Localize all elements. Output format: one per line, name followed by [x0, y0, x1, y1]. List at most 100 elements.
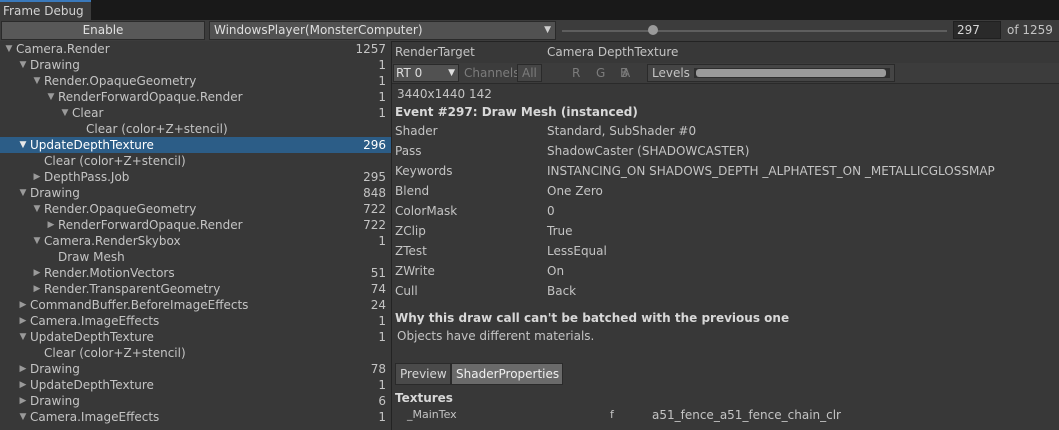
property-value: One Zero [547, 184, 603, 198]
tree-row-count: 1 [378, 314, 386, 328]
collapsed-arrow-icon[interactable]: ▶ [18, 377, 28, 393]
collapsed-arrow-icon[interactable]: ▶ [18, 297, 28, 313]
tree-row[interactable]: ▶ Camera.ImageEffects 1 [0, 313, 391, 329]
batch-reason: Objects have different materials. [397, 329, 595, 343]
event-index-input[interactable]: 297 [953, 21, 1001, 39]
tree-row-label: Render.MotionVectors [44, 266, 175, 280]
texture-name: _MainTex [407, 408, 457, 421]
expanded-arrow-icon[interactable]: ▼ [18, 329, 28, 345]
levels-range-fill[interactable] [696, 69, 886, 77]
tree-row[interactable]: ▼ UpdateDepthTexture 1 [0, 329, 391, 345]
property-value: Back [547, 284, 577, 298]
property-row: Cull Back [392, 282, 1059, 300]
tree-row[interactable]: ▼ Camera.RenderSkybox 1 [0, 233, 391, 249]
collapsed-arrow-icon[interactable]: ▶ [32, 281, 42, 297]
tree-row[interactable]: ▼ Camera.ImageEffects 1 [0, 409, 391, 425]
channel-all-button[interactable]: All [517, 64, 542, 82]
tree-row[interactable]: Clear (color+Z+stencil) [0, 121, 391, 137]
tree-row[interactable]: ▼ Render.OpaqueGeometry 1 [0, 73, 391, 89]
tree-row-count: 6 [378, 394, 386, 408]
property-value: Standard, SubShader #0 [547, 124, 697, 138]
event-slider-thumb[interactable] [647, 25, 658, 35]
render-target-row: RenderTarget Camera DepthTexture [392, 43, 1059, 61]
batch-title: Why this draw call can't be batched with… [395, 311, 790, 325]
tree-row-count: 1 [378, 90, 386, 104]
property-value: ShadowCaster (SHADOWCASTER) [547, 144, 750, 158]
property-row: ZWrite On [392, 262, 1059, 280]
channel-g-button[interactable]: G [592, 64, 609, 82]
tree-row-label: UpdateDepthTexture [30, 330, 154, 344]
collapsed-arrow-icon[interactable]: ▶ [18, 393, 28, 409]
tree-row[interactable]: ▶ Drawing 78 [0, 361, 391, 377]
expanded-arrow-icon[interactable]: ▼ [32, 73, 42, 89]
property-key: ZClip [395, 224, 426, 238]
property-row: ColorMask 0 [392, 202, 1059, 220]
tree-row[interactable]: ▶ CommandBuffer.BeforeImageEffects 24 [0, 297, 391, 313]
event-slider-track[interactable] [562, 30, 947, 32]
tree-row-count: 1 [378, 74, 386, 88]
tree-row[interactable]: ▶ Render.TransparentGeometry 74 [0, 281, 391, 297]
collapsed-arrow-icon[interactable]: ▶ [18, 361, 28, 377]
tree-row[interactable]: ▼ Drawing 1 [0, 57, 391, 73]
tab-bar: Frame Debug [0, 0, 1059, 20]
property-key: Shader [395, 124, 438, 138]
property-key: ZTest [395, 244, 427, 258]
chevron-down-icon: ▼ [544, 25, 551, 35]
tree-row[interactable]: ▼ Camera.Render 1257 [0, 41, 391, 57]
levels-track[interactable] [694, 68, 890, 78]
tree-row[interactable]: ▶ DepthPass.Job 295 [0, 169, 391, 185]
tree-row[interactable]: ▼ Render.OpaqueGeometry 722 [0, 201, 391, 217]
expanded-arrow-icon[interactable]: ▼ [4, 41, 14, 57]
expanded-arrow-icon[interactable]: ▼ [18, 137, 28, 153]
tree-row-label: Draw Mesh [58, 250, 125, 264]
property-key: Blend [395, 184, 430, 198]
tab-preview[interactable]: Preview [395, 363, 451, 385]
tree-row[interactable]: ▼ UpdateDepthTexture 296 [0, 137, 391, 153]
expanded-arrow-icon[interactable]: ▼ [46, 89, 56, 105]
expanded-arrow-icon[interactable]: ▼ [32, 233, 42, 249]
render-target-value: Camera DepthTexture [547, 45, 679, 59]
tree-row[interactable]: ▼ Clear 1 [0, 105, 391, 121]
expanded-arrow-icon[interactable]: ▼ [60, 105, 70, 121]
levels-control[interactable]: Levels [647, 64, 895, 82]
rt-select[interactable]: RT 0 ▼ [393, 64, 459, 82]
channel-a-button[interactable]: A [618, 64, 634, 82]
tree-row-label: Camera.ImageEffects [30, 314, 160, 328]
tree-row-label: UpdateDepthTexture [30, 138, 154, 152]
tree-row-label: Camera.ImageEffects [30, 410, 160, 424]
tree-row[interactable]: ▶ UpdateDepthTexture 1 [0, 377, 391, 393]
textures-heading: Textures [395, 391, 453, 405]
tree-row-label: RenderForwardOpaque.Render [58, 218, 243, 232]
player-dropdown[interactable]: WindowsPlayer(MonsterComputer) ▼ [209, 21, 556, 40]
tree-row[interactable]: ▶ Render.MotionVectors 51 [0, 265, 391, 281]
tree-row-count: 1 [378, 58, 386, 72]
tree-row[interactable]: ▼ Drawing 848 [0, 185, 391, 201]
expanded-arrow-icon[interactable]: ▼ [32, 201, 42, 217]
expanded-arrow-icon[interactable]: ▼ [18, 409, 28, 425]
tree-row[interactable]: Clear (color+Z+stencil) [0, 345, 391, 361]
expanded-arrow-icon[interactable]: ▼ [18, 57, 28, 73]
tree-row[interactable]: ▶ Drawing 6 [0, 393, 391, 409]
chevron-down-icon: ▼ [448, 68, 455, 78]
property-key: Pass [395, 144, 422, 158]
tree-row[interactable]: ▶ RenderForwardOpaque.Render 722 [0, 217, 391, 233]
tab-shader-properties[interactable]: ShaderProperties [451, 363, 563, 385]
expanded-arrow-icon[interactable]: ▼ [18, 185, 28, 201]
collapsed-arrow-icon[interactable]: ▶ [18, 313, 28, 329]
channel-r-button[interactable]: R [568, 64, 584, 82]
tree-row[interactable]: Clear (color+Z+stencil) [0, 153, 391, 169]
tree-row-count: 51 [370, 266, 386, 280]
collapsed-arrow-icon[interactable]: ▶ [46, 217, 56, 233]
enable-button[interactable]: Enable [1, 21, 205, 40]
tab-frame-debug[interactable]: Frame Debug [0, 0, 91, 20]
tree-row-count: 848 [363, 186, 386, 200]
tree-row[interactable]: ▼ RenderForwardOpaque.Render 1 [0, 89, 391, 105]
tree-row[interactable]: Draw Mesh [0, 249, 391, 265]
tree-row-count: 74 [370, 282, 386, 296]
texture-row: _MainTex f a51_fence_a51_fence_chain_clr [392, 408, 1059, 424]
tree-row-count: 1 [378, 234, 386, 248]
collapsed-arrow-icon[interactable]: ▶ [32, 169, 42, 185]
tree-row-label: Drawing [30, 394, 80, 408]
tree-row-label: Render.TransparentGeometry [44, 282, 221, 296]
collapsed-arrow-icon[interactable]: ▶ [32, 265, 42, 281]
